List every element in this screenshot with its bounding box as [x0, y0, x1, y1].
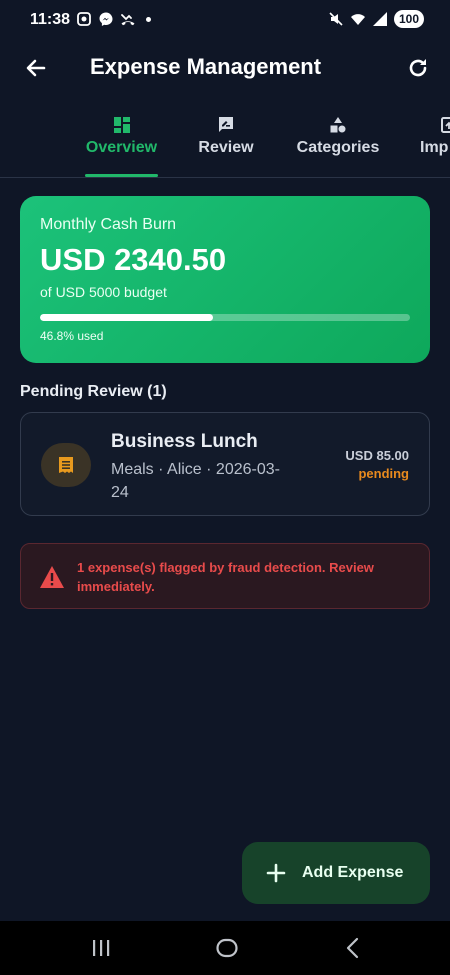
back-button[interactable] [20, 52, 52, 84]
pending-expense-item[interactable]: Business Lunch Meals · Alice · 2026-03-2… [20, 412, 430, 516]
burn-label: Monthly Cash Burn [40, 216, 177, 233]
expense-meta: Meals · Alice · 2026-03-24 [111, 461, 280, 501]
expense-name: Business Lunch [111, 431, 258, 452]
signal-icon [373, 12, 387, 26]
category-icon [330, 117, 346, 133]
burn-amount: USD 2340.50 [40, 242, 227, 277]
budget-progress-fill [40, 314, 214, 321]
import-icon [441, 117, 450, 133]
status-badge: pending [358, 466, 409, 481]
budget-progress-bar [40, 314, 410, 321]
system-icons: 100 [328, 10, 424, 28]
add-expense-button[interactable]: Add Expense [242, 842, 430, 904]
home-button[interactable] [214, 935, 240, 961]
screen-record-icon [77, 12, 91, 26]
system-back-button[interactable] [340, 935, 366, 961]
missed-call-icon [121, 14, 135, 26]
tab-review[interactable]: Review [196, 108, 256, 178]
tab-bar: Overview Review Categories Imp [0, 108, 450, 178]
page-title: Expense Management [90, 54, 322, 79]
messenger-icon [99, 12, 113, 26]
alert-message: 1 expense(s) flagged by fraud detection.… [77, 560, 374, 594]
rate-review-icon [219, 117, 233, 132]
home-icon [216, 938, 238, 958]
arrow-back-icon [26, 59, 46, 77]
status-dot [146, 16, 151, 22]
system-navigation-bar [0, 921, 450, 975]
budget-text: of USD 5000 budget [40, 284, 167, 300]
progress-text: 46.8% used [40, 329, 104, 343]
tab-label: Review [198, 139, 254, 156]
fraud-alert-banner: 1 expense(s) flagged by fraud detection.… [20, 543, 430, 609]
refresh-button[interactable] [402, 52, 434, 84]
recent-apps-button[interactable] [88, 935, 114, 961]
pending-review-heading: Pending Review (1) [20, 383, 167, 400]
tab-categories[interactable]: Categories [292, 108, 384, 178]
dashboard-icon [113, 117, 130, 133]
mute-icon [329, 12, 343, 26]
plus-icon [266, 863, 286, 883]
tab-label: Overview [85, 139, 158, 156]
expense-management-screen: 11:38 100 Expense Management Overview Re… [0, 0, 450, 975]
status-bar: 11:38 100 [0, 0, 450, 40]
receipt-avatar [41, 443, 91, 487]
notification-icons [76, 11, 151, 27]
warning-icon [40, 566, 64, 588]
wifi-icon [351, 14, 365, 25]
tab-indicator [85, 174, 158, 177]
tab-label: Imp [420, 139, 449, 156]
tab-label: Categories [296, 139, 380, 156]
expense-amount: USD 85.00 [345, 448, 409, 463]
add-expense-label: Add Expense [302, 864, 404, 881]
battery-indicator: 100 [394, 10, 424, 28]
back-chevron-icon [346, 937, 359, 959]
monthly-cash-burn-card: Monthly Cash Burn USD 2340.50 of USD 500… [20, 196, 430, 363]
refresh-icon [409, 59, 427, 77]
app-bar: Expense Management [0, 44, 450, 92]
status-time: 11:38 [30, 11, 71, 28]
tab-overview[interactable]: Overview [85, 108, 158, 178]
receipt-icon [59, 457, 73, 473]
recent-apps-icon [93, 940, 110, 956]
tab-import[interactable]: Imp [420, 108, 450, 178]
